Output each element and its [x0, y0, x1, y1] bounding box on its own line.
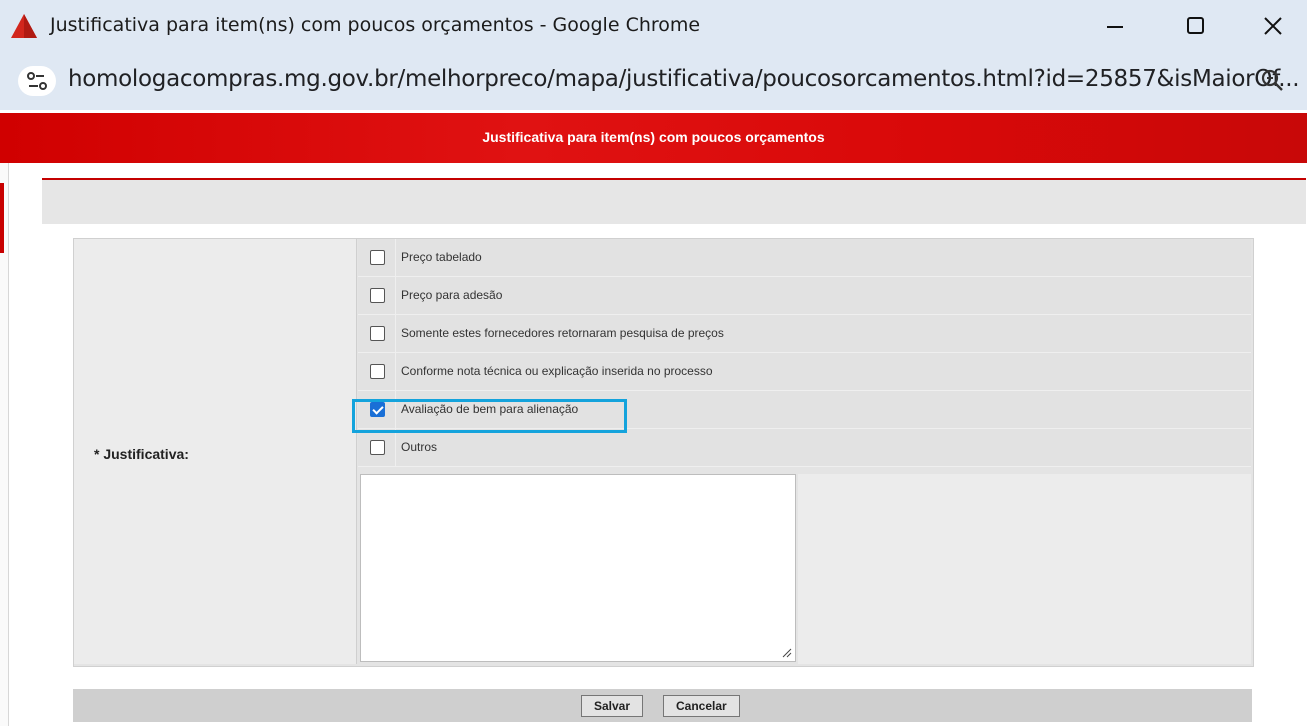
option-row-nota-tecnica: Conforme nota técnica ou explicação inse… — [358, 353, 1251, 391]
page-header: Justificativa para item(ns) com poucos o… — [0, 113, 1307, 163]
zoom-icon[interactable] — [1258, 66, 1288, 96]
option-label: Outros — [401, 440, 438, 454]
option-row-somente-fornecedores: Somente estes fornecedores retornaram pe… — [358, 315, 1251, 353]
empty-cell — [798, 474, 1251, 664]
resize-handle-icon[interactable] — [782, 648, 792, 658]
outros-textarea[interactable] — [360, 474, 796, 662]
checkbox-nota-tecnica[interactable] — [370, 364, 385, 379]
field-label-cell: * Justificativa: — [74, 239, 357, 664]
app-logo-icon — [11, 14, 37, 38]
cancel-button[interactable]: Cancelar — [663, 695, 740, 717]
option-row-outros: Outros — [358, 429, 1251, 467]
top-band — [42, 178, 1306, 224]
save-button[interactable]: Salvar — [581, 695, 644, 717]
left-edge — [0, 163, 9, 726]
url-field[interactable]: homologacompras.mg.gov.br/melhorpreco/ma… — [68, 66, 1300, 92]
page-title: Justificativa para item(ns) com poucos o… — [482, 129, 825, 145]
checkbox-preco-adesao[interactable] — [370, 288, 385, 303]
close-icon[interactable] — [1253, 10, 1293, 42]
address-bar: homologacompras.mg.gov.br/melhorpreco/ma… — [0, 52, 1307, 110]
justification-form: * Justificativa: Preço tabelado Preço pa… — [73, 238, 1254, 667]
checkbox-preco-tabelado[interactable] — [370, 250, 385, 265]
window-title: Justificativa para item(ns) com poucos o… — [50, 14, 701, 36]
checkbox-outros[interactable] — [370, 440, 385, 455]
maximize-icon[interactable] — [1175, 10, 1215, 42]
form-footer: Salvar Cancelar — [73, 689, 1252, 722]
justification-label: * Justificativa: — [94, 446, 189, 462]
page-content: * Justificativa: Preço tabelado Preço pa… — [9, 163, 1307, 726]
option-row-preco-tabelado: Preço tabelado — [358, 239, 1251, 277]
option-label: Conforme nota técnica ou explicação inse… — [401, 364, 713, 378]
checkbox-somente-fornecedores[interactable] — [370, 326, 385, 341]
site-settings-icon[interactable] — [18, 66, 56, 96]
option-label: Somente estes fornecedores retornaram pe… — [401, 326, 724, 340]
minimize-icon[interactable] — [1095, 10, 1135, 42]
window-titlebar: Justificativa para item(ns) com poucos o… — [0, 0, 1307, 52]
option-label: Preço tabelado — [401, 250, 482, 264]
option-row-preco-adesao: Preço para adesão — [358, 277, 1251, 315]
option-label: Preço para adesão — [401, 288, 503, 302]
selection-highlight — [352, 399, 627, 433]
